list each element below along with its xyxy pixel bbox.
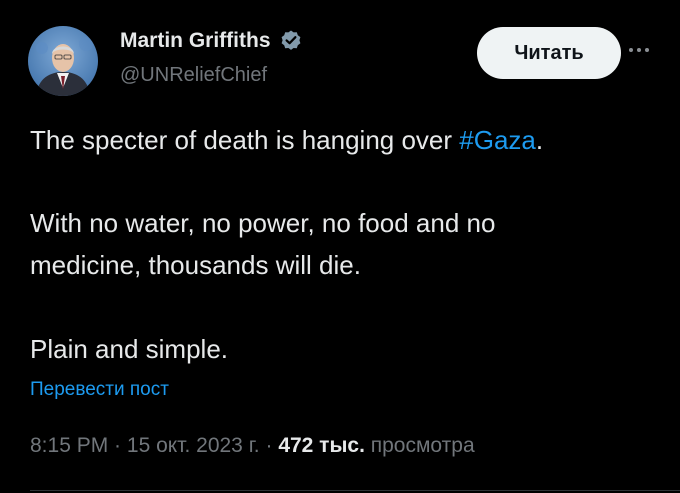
tweet-text-segment: . xyxy=(535,125,544,155)
more-dots-icon[interactable] xyxy=(624,38,654,62)
author-handle[interactable]: @UNReliefChief xyxy=(120,62,267,88)
read-button[interactable]: Читать xyxy=(477,27,621,79)
divider xyxy=(30,490,680,491)
timestamp-date[interactable]: 15 окт. 2023 г. xyxy=(127,434,260,457)
avatar-photo-icon xyxy=(28,26,98,96)
tweet-text-line: medicine, thousands will die. xyxy=(30,250,361,280)
meta-separator: · xyxy=(259,434,279,457)
tweet-text-line: Plain and simple. xyxy=(30,334,228,364)
timestamp-time[interactable]: 8:15 PM xyxy=(30,434,108,457)
tweet-text-line: The specter of death is hanging over #Ga… xyxy=(30,120,543,160)
views-label: просмотра xyxy=(364,434,475,457)
display-name[interactable]: Martin Griffiths xyxy=(120,28,271,54)
tweet-text-line: With no water, no power, no food and no xyxy=(30,208,496,238)
verified-badge-icon[interactable] xyxy=(279,29,303,53)
tweet-text-segment: The specter of death is hanging over xyxy=(30,125,460,155)
views-count: 472 тыс. xyxy=(278,434,365,457)
translate-post-link[interactable]: Перевести пост xyxy=(30,378,169,402)
hashtag-link[interactable]: #Gaza xyxy=(459,125,536,155)
meta-separator: · xyxy=(108,434,127,457)
avatar[interactable] xyxy=(28,26,98,96)
tweet-card: Martin Griffiths @UNReliefChief Читать T… xyxy=(0,0,680,493)
author-name-row: Martin Griffiths xyxy=(120,28,303,54)
tweet-meta: 8:15 PM · 15 окт. 2023 г. · 472 тыс. про… xyxy=(30,432,475,460)
